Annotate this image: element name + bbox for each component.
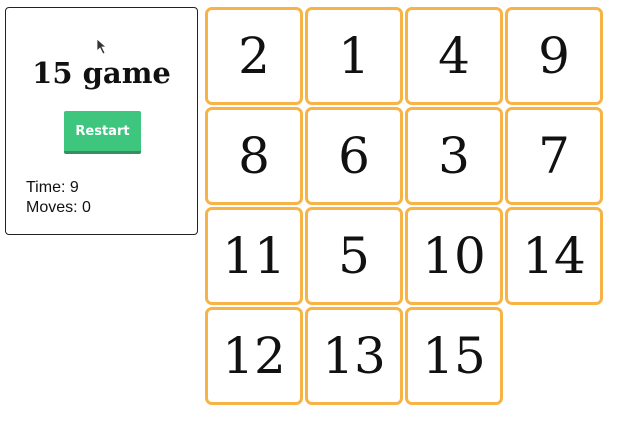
- moves-value: 0: [82, 199, 91, 216]
- puzzle-tile[interactable]: 15: [405, 307, 503, 405]
- puzzle-tile[interactable]: 8: [205, 107, 303, 205]
- time-value: 9: [69, 179, 79, 196]
- stats: Time: 9 Moves: 0: [26, 178, 91, 218]
- puzzle-tile[interactable]: 3: [405, 107, 503, 205]
- puzzle-tile[interactable]: 1: [305, 7, 403, 105]
- puzzle-tile[interactable]: 6: [305, 107, 403, 205]
- puzzle-tile[interactable]: 2: [205, 7, 303, 105]
- puzzle-tile[interactable]: 4: [405, 7, 503, 105]
- puzzle-tile[interactable]: 14: [505, 207, 603, 305]
- puzzle-tile[interactable]: 13: [305, 307, 403, 405]
- puzzle-tile[interactable]: 7: [505, 107, 603, 205]
- puzzle-tile[interactable]: 10: [405, 207, 503, 305]
- puzzle-tile[interactable]: 5: [305, 207, 403, 305]
- mouse-cursor-icon: [96, 38, 108, 55]
- moves-row: Moves: 0: [26, 198, 91, 218]
- restart-button[interactable]: Restart: [64, 111, 141, 154]
- puzzle-board: 2 1 4 9 8 6 3 7 11 5 10 14 12 13 15: [205, 7, 605, 407]
- puzzle-tile[interactable]: 12: [205, 307, 303, 405]
- game-title: 15 game: [32, 56, 171, 90]
- time-label: Time:: [26, 179, 66, 196]
- puzzle-tile[interactable]: 11: [205, 207, 303, 305]
- time-row: Time: 9: [26, 178, 91, 198]
- puzzle-tile[interactable]: 9: [505, 7, 603, 105]
- moves-label: Moves:: [26, 199, 78, 216]
